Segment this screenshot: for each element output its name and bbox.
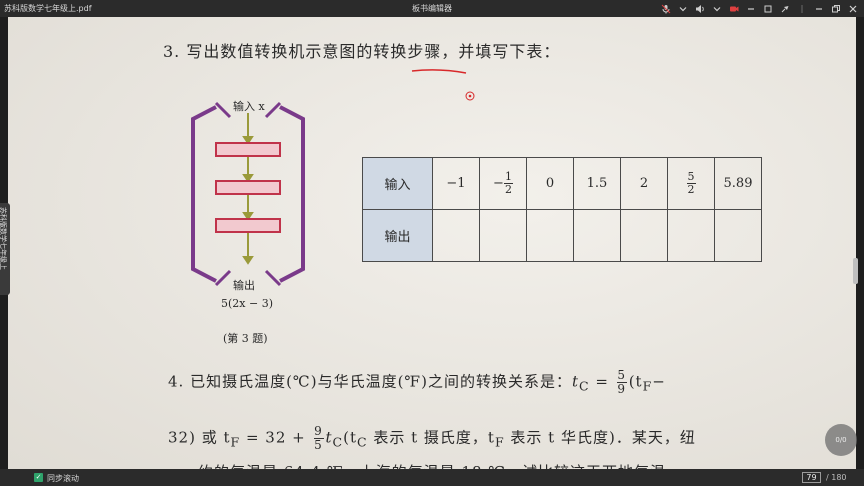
fraction-sign: − (493, 176, 504, 191)
step-box (215, 218, 281, 233)
sync-scroll-checkbox[interactable]: ✓ (34, 473, 43, 482)
camera-icon[interactable] (727, 2, 741, 16)
fraction-denominator: 5 (314, 438, 323, 452)
sidebar-tab-label: 苏科版数学七年级上 (0, 207, 7, 270)
pointer-cursor-icon (465, 91, 475, 101)
text-segment: 32) 或 t (168, 428, 231, 447)
text-segment: t (325, 428, 333, 447)
table-header-output: 输出 (362, 209, 433, 262)
figure-caption: (第 3 题) (223, 332, 268, 345)
fraction-numerator: 9 (314, 424, 323, 438)
table-cell-fraction: −1 2 (479, 157, 527, 210)
speaker-icon[interactable] (693, 2, 707, 16)
minimize-icon[interactable] (812, 2, 826, 16)
floating-page-button[interactable]: 0/0 (825, 424, 857, 456)
maximize-icon[interactable] (761, 2, 775, 16)
subscript: C (332, 434, 344, 450)
text-segment: = 32 + (240, 428, 312, 447)
table-cell: −1 (432, 157, 480, 210)
fraction-numerator: 5 (687, 170, 695, 183)
step-box (215, 142, 281, 157)
sync-scroll-label[interactable]: 同步滚动 (47, 473, 79, 484)
fraction-numerator: 1 (504, 170, 512, 183)
fraction: 12 (503, 170, 513, 196)
title-bar: 苏科版数学七年级上.pdf 板书编辑器 (0, 0, 864, 17)
window-controls (659, 1, 860, 16)
current-page-input[interactable]: 79 (802, 472, 821, 483)
question-4-line-1: 4. 已知摄氏温度(℃)与华氏温度(℉)之间的转换关系是：tC = 5 9 (tF− (168, 369, 666, 396)
fraction: 59 (616, 368, 627, 396)
table-cell: 5.89 (714, 157, 762, 210)
text-segment: 表示 t 华氏度)．某天，纽 (504, 428, 696, 447)
table-cell-empty (620, 209, 668, 262)
table-cell-empty (526, 209, 574, 262)
fraction-denominator: 9 (617, 382, 627, 396)
table-cell-empty (432, 209, 480, 262)
text-segment: 表示 t 摄氏度，t (367, 428, 495, 447)
conversion-table: 输入 −1 −1 2 0 1.5 2 52 5.89 输出 (362, 157, 762, 262)
restore-icon[interactable] (829, 2, 843, 16)
number-machine-diagram (191, 101, 305, 287)
diagram-output-label: 输出 (233, 279, 255, 292)
total-pages: / 180 (826, 473, 847, 482)
question-3-text: 3. 写出数值转换机示意图的转换步骤，并填写下表： (163, 42, 561, 61)
diagram-output-expression: 5(2x − 3) (221, 297, 273, 310)
fraction-denominator: 2 (504, 183, 512, 196)
text-segment: (t (343, 428, 357, 447)
subscript: C (357, 434, 368, 450)
chevron-down-icon[interactable] (710, 2, 724, 16)
question-4-line-2: 32) 或 tF = 32 + 9 5 tC(tC 表示 t 摄氏度，tF 表示 t… (168, 425, 696, 452)
close-icon[interactable] (846, 2, 860, 16)
fraction: 95 (313, 424, 324, 452)
sidebar-tab[interactable]: 苏科版数学七年级上 (0, 203, 10, 295)
table-cell-empty (573, 209, 621, 262)
minimize-icon[interactable] (744, 2, 758, 16)
table-cell: 0 (526, 157, 574, 210)
table-cell-fraction: 52 (667, 157, 715, 210)
diagram-input-label: 输入 x (233, 100, 265, 113)
fraction-numerator: 5 (617, 368, 627, 382)
question-4-line-3: 约的气温是 64.4 ℉，上海的气温是 18 ℃，试比较这天两地气温 (198, 461, 666, 469)
bottom-bar: ✓ 同步滚动 79 / 180 (0, 469, 864, 486)
subscript: F (642, 378, 653, 394)
step-box (215, 180, 281, 195)
fraction-denominator: 2 (687, 183, 695, 196)
table-row: 输入 −1 −1 2 0 1.5 2 52 5.89 (362, 157, 762, 210)
separator-icon (795, 2, 809, 16)
right-panel-handle[interactable] (853, 258, 858, 284)
subscript: F (494, 434, 505, 450)
table-header-input: 输入 (362, 157, 433, 210)
table-cell: 2 (620, 157, 668, 210)
text-segment: − (652, 372, 666, 391)
pin-icon[interactable] (778, 2, 792, 16)
table-cell-empty (714, 209, 762, 262)
table-cell: 1.5 (573, 157, 621, 210)
subscript: F (230, 434, 241, 450)
pdf-page: 3. 写出数值转换机示意图的转换步骤，并填写下表： 输入 x 输出 5(2x −… (8, 17, 856, 469)
text-segment: (t (628, 372, 643, 391)
text-segment: t (571, 372, 580, 391)
text-segment: 4. 已知摄氏温度(℃)与华氏温度(℉)之间的转换关系是： (168, 372, 572, 391)
subscript: C (579, 378, 590, 394)
microphone-icon[interactable] (659, 2, 673, 16)
fraction: 52 (686, 170, 696, 196)
table-cell-empty (479, 209, 527, 262)
text-segment: = (589, 372, 615, 391)
chevron-down-icon[interactable] (676, 2, 690, 16)
annotation-underline (411, 69, 467, 74)
table-cell-empty (667, 209, 715, 262)
table-row: 输出 (362, 209, 762, 262)
